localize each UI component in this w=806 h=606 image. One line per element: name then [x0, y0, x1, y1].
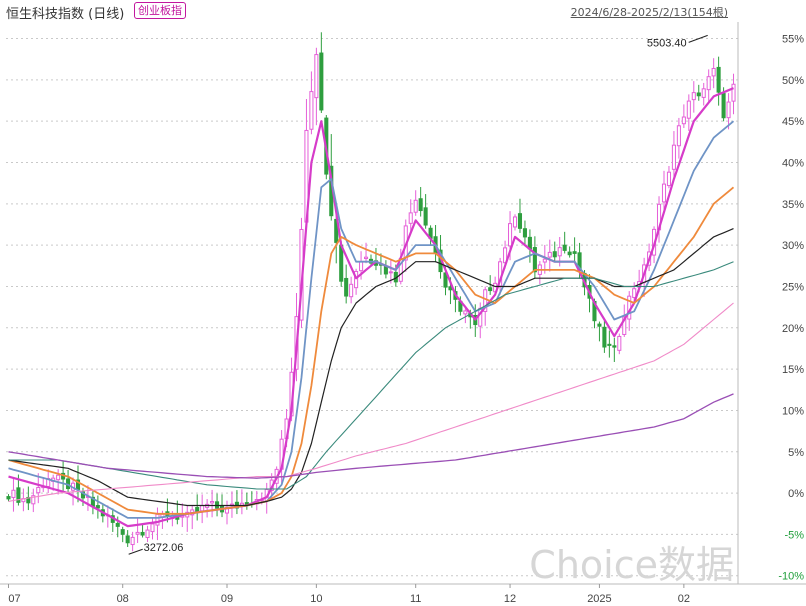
- candle-body: [95, 505, 100, 509]
- y-tick-label: 0%: [788, 488, 804, 500]
- candle-body: [408, 212, 413, 224]
- y-tick-label: -5%: [784, 529, 804, 541]
- candle-body: [721, 93, 726, 119]
- candle-body: [463, 310, 468, 315]
- candle-body: [210, 500, 215, 504]
- candle-body: [726, 101, 731, 119]
- candle-body: [6, 496, 11, 500]
- x-tick-label: 09: [221, 593, 233, 605]
- candle-body: [632, 288, 637, 298]
- x-tick-label: 10: [310, 593, 322, 605]
- candle-body: [696, 92, 701, 97]
- candle-body: [731, 83, 736, 102]
- candle-body: [701, 88, 706, 98]
- x-tick-label: 2025: [587, 593, 611, 605]
- y-tick-label: 40%: [782, 158, 804, 170]
- moving-average-ma30: [8, 228, 734, 507]
- candle-body: [423, 207, 428, 226]
- candle-body: [617, 335, 622, 351]
- candle-body: [359, 261, 364, 272]
- candle-body: [706, 76, 711, 91]
- candle-body: [612, 345, 617, 348]
- candle-body: [150, 523, 155, 533]
- y-tick-label: 45%: [782, 116, 804, 128]
- x-tick-label: 07: [8, 593, 20, 605]
- candle-body: [597, 323, 602, 327]
- candle-body: [547, 251, 552, 258]
- candle-body: [413, 199, 418, 213]
- moving-average-ma250: [8, 393, 734, 479]
- high-price-label: 5503.40: [647, 37, 687, 49]
- y-axis: 55% 50% 45% 40% 35% 30% 25% 20% 15% 10% 5% 0% -5% -10…: [778, 34, 804, 583]
- candle-body: [562, 244, 567, 251]
- candle-body: [602, 326, 607, 348]
- candle-body: [140, 531, 145, 536]
- x-tick-label: 08: [117, 593, 129, 605]
- candle-body: [572, 251, 577, 254]
- x-tick-label: 12: [504, 593, 516, 605]
- candle-body: [309, 91, 314, 130]
- low-pointer: [128, 548, 143, 555]
- candle-body: [344, 277, 349, 297]
- candle-body: [145, 529, 150, 539]
- candle-body: [155, 513, 160, 526]
- y-tick-label: 55%: [782, 34, 804, 46]
- candle-body: [517, 213, 523, 229]
- candle-body: [120, 529, 125, 535]
- candle-body: [125, 535, 130, 544]
- y-tick-label: -10%: [778, 571, 804, 583]
- x-axis: 07 08 09 10 11 12 2025 02: [7, 584, 690, 605]
- candle-body: [339, 244, 344, 282]
- candle-body: [681, 116, 686, 125]
- y-tick-label: 25%: [782, 281, 804, 293]
- x-tick-label: 02: [678, 593, 690, 605]
- candle-body: [314, 54, 319, 99]
- y-tick-label: 35%: [782, 199, 804, 211]
- moving-average-ma60: [8, 261, 734, 490]
- candle-body: [388, 271, 393, 274]
- candle-body: [488, 287, 493, 292]
- candle-body: [130, 536, 135, 546]
- candle-body: [522, 228, 527, 238]
- candle-body: [319, 52, 324, 111]
- candle-body: [676, 125, 681, 147]
- candle-body: [666, 171, 671, 187]
- candle-body: [567, 251, 572, 256]
- candle-body: [36, 486, 41, 494]
- watermark: Choice数据: [529, 543, 734, 587]
- y-tick-label: 5%: [788, 447, 804, 459]
- x-tick-label: 11: [410, 593, 421, 605]
- candle-body: [200, 504, 205, 512]
- candle-body: [135, 531, 140, 535]
- candle-body: [661, 183, 667, 203]
- candle-body: [552, 251, 557, 258]
- candle-body: [691, 92, 696, 101]
- candle-body: [56, 474, 61, 481]
- y-tick-label: 10%: [782, 405, 804, 417]
- y-tick-label: 15%: [782, 364, 804, 376]
- moving-average-ma20: [8, 186, 735, 515]
- candle-body: [508, 223, 513, 247]
- candle-body: [349, 283, 354, 298]
- candle-body: [363, 256, 369, 260]
- candle-body: [557, 247, 562, 257]
- low-price-label: 3272.06: [144, 542, 184, 554]
- y-tick-label: 50%: [782, 75, 804, 87]
- candle-body: [512, 216, 518, 228]
- candles: [6, 32, 736, 552]
- candle-body: [686, 100, 691, 119]
- y-tick-label: 30%: [782, 240, 804, 252]
- candle-body: [607, 343, 612, 346]
- candle-body: [115, 522, 120, 527]
- candle-body: [711, 67, 716, 77]
- candle-body: [542, 258, 547, 263]
- candlestick-chart[interactable]: 55% 50% 45% 40% 35% 30% 25% 20% 15% 10% 5% 0% -5% -10…: [0, 0, 806, 606]
- candle-body: [671, 144, 676, 170]
- candle-body: [716, 66, 721, 93]
- y-tick-label: 20%: [782, 323, 804, 335]
- candle-body: [418, 198, 423, 212]
- candle-body: [11, 489, 16, 498]
- grid-lines: [0, 22, 806, 585]
